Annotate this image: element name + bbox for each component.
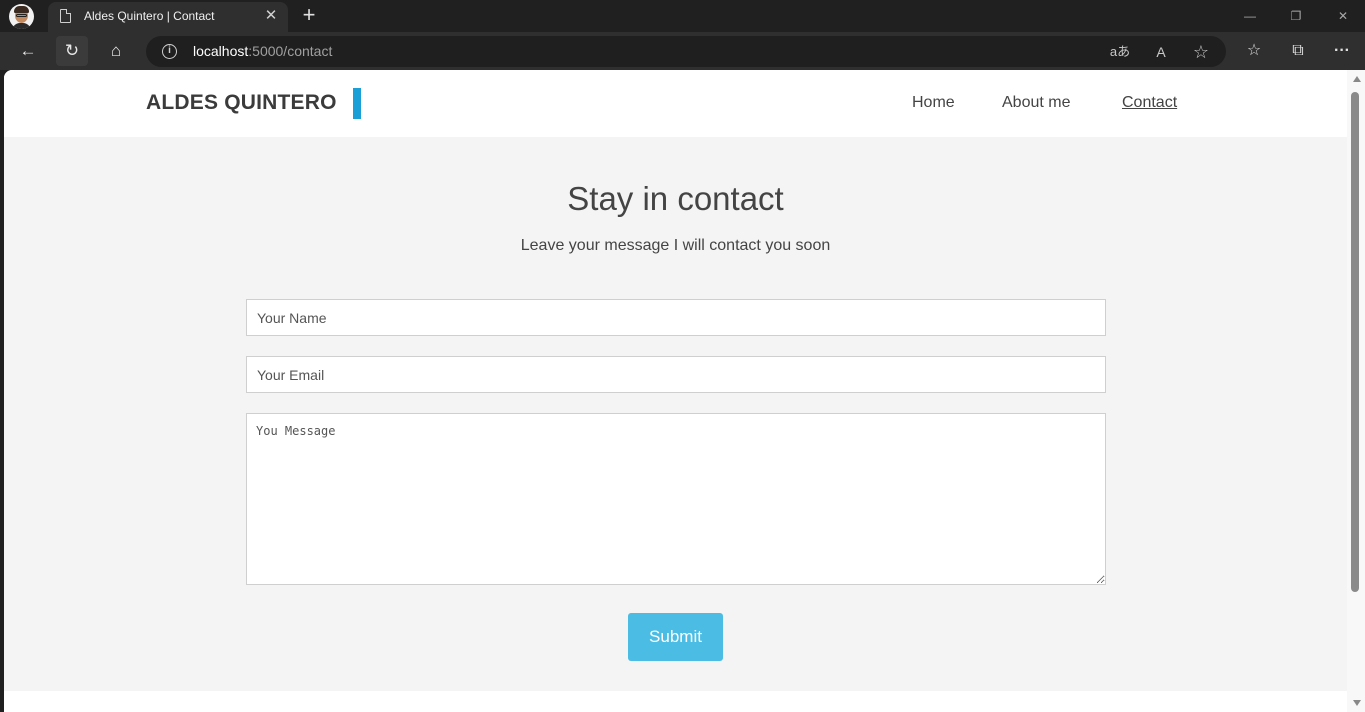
- browser-toolbar: ← ↻ ⌂ i localhost:5000/contact aあ A ☆ ☆ …: [0, 32, 1365, 70]
- email-input[interactable]: [246, 356, 1106, 393]
- scroll-down-arrow-icon[interactable]: [1353, 700, 1361, 706]
- nav-about-link[interactable]: About me: [1002, 94, 1070, 112]
- new-tab-button[interactable]: +: [298, 4, 320, 26]
- nav-home-link[interactable]: Home: [912, 94, 955, 112]
- logo-accent-bar: [353, 88, 361, 119]
- site-info-icon[interactable]: i: [162, 44, 177, 59]
- reload-button[interactable]: ↻: [56, 36, 88, 66]
- collections-icon[interactable]: ⧉: [1285, 38, 1311, 64]
- page-icon: [60, 9, 71, 23]
- home-icon: ⌂: [110, 41, 122, 60]
- translate-icon[interactable]: aあ: [1108, 40, 1132, 64]
- url-path: :5000/contact: [248, 43, 333, 59]
- nav-contact-link[interactable]: Contact: [1122, 94, 1177, 112]
- minimize-button[interactable]: —: [1240, 6, 1260, 26]
- back-button[interactable]: ←: [12, 36, 44, 66]
- address-bar[interactable]: i localhost:5000/contact aあ A ☆: [146, 36, 1226, 67]
- browser-tab-active[interactable]: Aldes Quintero | Contact ✕: [48, 2, 288, 32]
- message-textarea[interactable]: [246, 413, 1106, 585]
- url-text[interactable]: localhost:5000/contact: [193, 43, 332, 59]
- site-logo[interactable]: ALDES QUINTERO: [146, 91, 337, 115]
- avatar-shirt: [12, 23, 31, 29]
- page-scrollbar[interactable]: [1347, 70, 1365, 712]
- scrollbar-thumb[interactable]: [1351, 92, 1359, 592]
- page-subtitle: Leave your message I will contact you so…: [520, 237, 831, 254]
- avatar-glasses: [16, 14, 27, 17]
- name-input[interactable]: [246, 299, 1106, 336]
- avatar-hair: [14, 6, 29, 13]
- back-arrow-icon: ←: [19, 41, 37, 60]
- site-header: ALDES QUINTERO Home About me Contact: [4, 70, 1347, 137]
- url-host: localhost: [193, 43, 249, 59]
- reload-icon: ↻: [64, 41, 80, 60]
- favorites-icon[interactable]: ☆: [1241, 38, 1267, 64]
- submit-button[interactable]: Submit: [628, 613, 723, 661]
- scroll-up-arrow-icon[interactable]: [1353, 76, 1361, 82]
- contact-section: Stay in contact Leave your message I wil…: [4, 137, 1347, 691]
- close-icon[interactable]: ✕: [262, 7, 280, 25]
- browser-titlebar: Aldes Quintero | Contact ✕ + — ❐ ✕: [0, 0, 1365, 32]
- favorite-star-icon[interactable]: ☆: [1189, 40, 1213, 64]
- home-button[interactable]: ⌂: [100, 36, 132, 66]
- plus-icon: +: [302, 2, 316, 27]
- restore-button[interactable]: ❐: [1286, 6, 1306, 26]
- window-close-button[interactable]: ✕: [1333, 6, 1353, 26]
- tab-title: Aldes Quintero | Contact: [84, 9, 215, 23]
- page-viewport: ALDES QUINTERO Home About me Contact Sta…: [4, 70, 1365, 712]
- page-title: Stay in contact: [567, 180, 784, 217]
- profile-avatar[interactable]: [9, 4, 34, 29]
- more-options-icon[interactable]: ···: [1329, 38, 1355, 64]
- read-aloud-icon[interactable]: A: [1149, 40, 1173, 64]
